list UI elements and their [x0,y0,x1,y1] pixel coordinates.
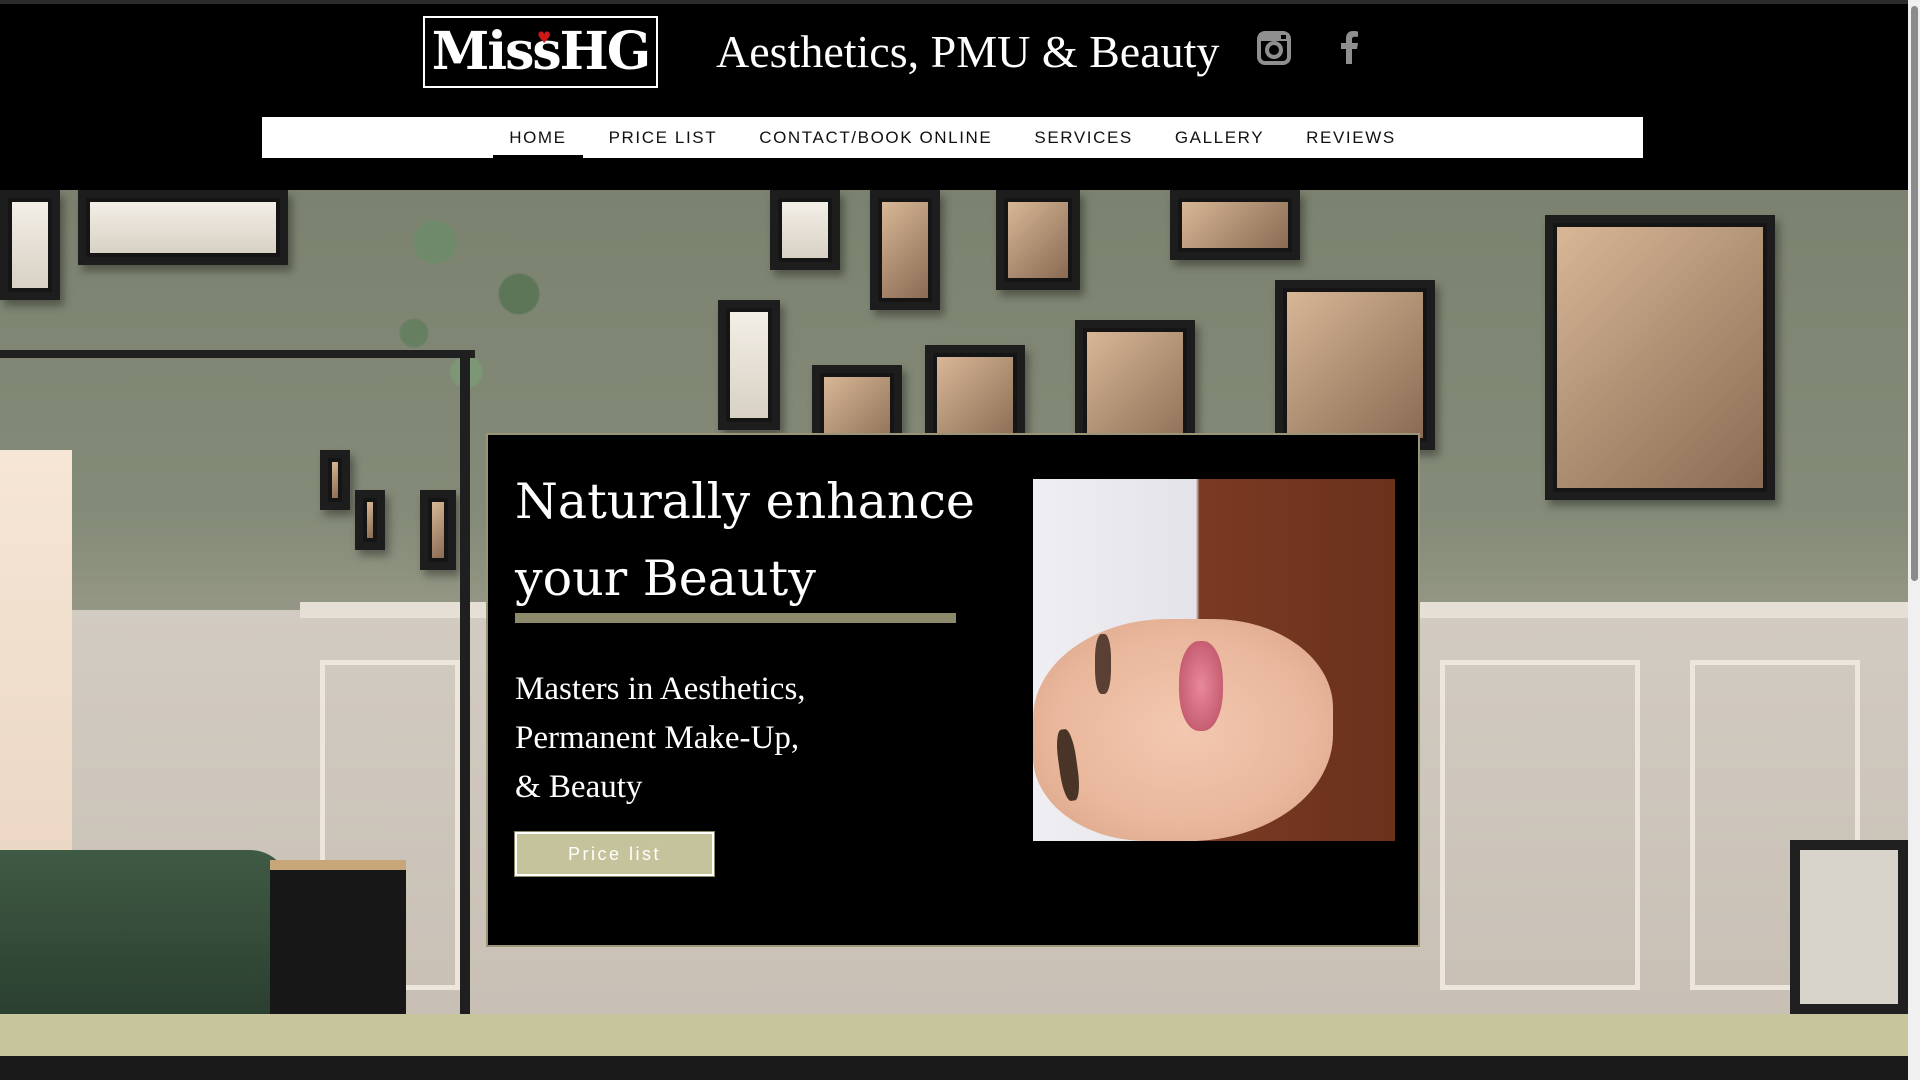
lips-shape [1179,641,1223,731]
wall-panel [1440,660,1640,990]
wall-frame [870,190,940,310]
instagram-icon[interactable] [1256,30,1292,66]
nav-services[interactable]: SERVICES [1013,117,1153,158]
bottom-band [0,1056,1908,1080]
wall-frame [78,190,288,265]
face-shape [1033,619,1333,841]
nav-contact-book-online[interactable]: CONTACT/BOOK ONLINE [738,117,1013,158]
wall-frame [996,190,1080,290]
hero-heading: Naturally enhance your Beauty [515,473,975,607]
nav-reviews[interactable]: REVIEWS [1285,117,1417,158]
heart-icon: ♥ [537,28,551,47]
treatment-bed [0,850,290,1014]
wall-frame [1275,280,1435,450]
nav-gallery[interactable]: GALLERY [1154,117,1285,158]
facebook-icon[interactable] [1332,30,1368,66]
site-logo[interactable]: MissHG ♥ [423,16,658,88]
nav-price-list[interactable]: PRICE LIST [588,117,739,158]
hero-card: Naturally enhance your Beauty Masters in… [486,433,1420,947]
scrollbar-thumb[interactable] [1911,6,1918,581]
hero-subtitle-line: Permanent Make-Up, [515,720,800,756]
storage-bin [270,860,406,1014]
wall-frame [1545,215,1775,500]
brow-shape [1095,634,1111,694]
main-nav: HOME PRICE LIST CONTACT/BOOK ONLINE SERV… [262,117,1643,158]
hero-subtitle: Masters in Aesthetics, Permanent Make-Up… [515,665,895,812]
rack-leg [460,350,470,1014]
wall-frame [770,190,840,270]
hero-section: Naturally enhance your Beauty Masters in… [0,190,1908,1014]
wall-frame [718,300,780,430]
olive-strip [0,1014,1908,1056]
wall-frame [0,190,60,300]
mirror [1790,840,1908,1014]
client-photo [1033,479,1395,841]
site-header: MissHG ♥ Aesthetics, PMU & Beauty HOME P… [0,0,1908,190]
wall-frame [1170,190,1300,260]
hero-subtitle-line: Masters in Aesthetics, [515,671,806,707]
site-tagline: Aesthetics, PMU & Beauty [716,26,1220,77]
top-edge [0,0,1908,4]
nav-home[interactable]: HOME [488,117,587,158]
heading-divider [515,613,956,623]
hero-subtitle-line: & Beauty [515,769,643,805]
price-list-button[interactable]: Price list [514,831,715,877]
